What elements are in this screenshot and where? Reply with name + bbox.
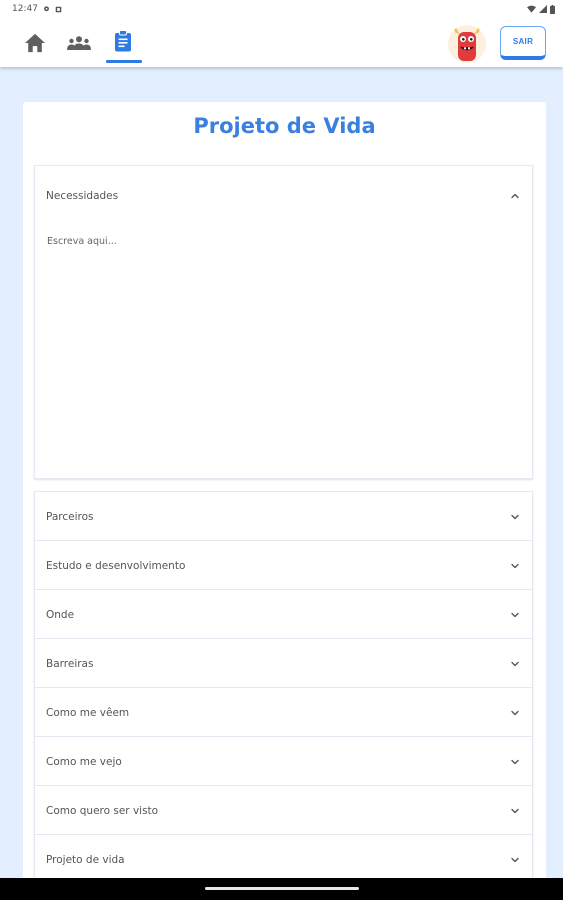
chevron-down-icon bbox=[511, 857, 519, 863]
chevron-down-icon bbox=[511, 661, 519, 667]
chevron-up-icon bbox=[511, 193, 519, 199]
nav-clipboard-button[interactable] bbox=[110, 28, 136, 54]
collapsed-sections: Parceiros Estudo e desenvolvimento Onde … bbox=[34, 491, 533, 885]
active-tab-indicator bbox=[106, 60, 142, 63]
page-title: Projeto de Vida bbox=[193, 114, 376, 138]
home-gesture-pill[interactable] bbox=[205, 887, 359, 890]
expanded-section-title: Necessidades bbox=[46, 190, 119, 202]
chevron-down-icon bbox=[511, 563, 519, 569]
location-icon bbox=[43, 5, 49, 11]
section-como-me-vejo[interactable]: Como me vejo bbox=[35, 737, 532, 786]
expanded-section-header[interactable]: Necessidades bbox=[35, 166, 532, 226]
section-como-quero-ser-visto[interactable]: Como quero ser visto bbox=[35, 786, 532, 835]
section-title: Estudo e desenvolvimento bbox=[46, 560, 186, 572]
necessidades-input[interactable] bbox=[47, 236, 517, 461]
signal-icon bbox=[539, 5, 547, 13]
nav-group-button[interactable] bbox=[66, 30, 92, 56]
main-card: Projeto de Vida Necessidades Parceiros E… bbox=[23, 102, 546, 887]
section-title: Como me vejo bbox=[46, 756, 122, 768]
section-estudo-e-desenvolvimento[interactable]: Estudo e desenvolvimento bbox=[35, 541, 532, 590]
chevron-down-icon bbox=[511, 612, 519, 618]
section-barreiras[interactable]: Barreiras bbox=[35, 639, 532, 688]
notification-icon bbox=[55, 6, 62, 12]
section-title: Como me vêem bbox=[46, 707, 130, 719]
section-title: Parceiros bbox=[46, 511, 94, 523]
chevron-down-icon bbox=[511, 514, 519, 520]
avatar[interactable] bbox=[446, 23, 488, 65]
clipboard-icon bbox=[115, 30, 131, 52]
section-title: Barreiras bbox=[46, 658, 94, 670]
section-projeto-de-vida[interactable]: Projeto de vida bbox=[35, 835, 532, 884]
status-time: 12:47 bbox=[12, 4, 38, 14]
group-icon bbox=[67, 36, 91, 50]
monster-avatar-icon bbox=[448, 25, 486, 63]
battery-icon bbox=[550, 4, 555, 14]
home-icon bbox=[25, 33, 45, 53]
nav-home-button[interactable] bbox=[22, 30, 48, 56]
section-title: Onde bbox=[46, 609, 75, 621]
chevron-down-icon bbox=[511, 710, 519, 716]
wifi-icon bbox=[527, 5, 536, 13]
top-app-bar: SAIR bbox=[0, 18, 563, 67]
section-parceiros[interactable]: Parceiros bbox=[35, 492, 532, 541]
section-title: Projeto de vida bbox=[46, 854, 125, 866]
system-nav-bar bbox=[0, 878, 563, 900]
section-onde[interactable]: Onde bbox=[35, 590, 532, 639]
logout-button[interactable]: SAIR bbox=[500, 26, 546, 60]
chevron-down-icon bbox=[511, 808, 519, 814]
status-bar: 12:47 bbox=[0, 0, 563, 18]
section-como-me-veem[interactable]: Como me vêem bbox=[35, 688, 532, 737]
expanded-section-panel: Necessidades bbox=[34, 165, 533, 479]
section-title: Como quero ser visto bbox=[46, 805, 159, 817]
chevron-down-icon bbox=[511, 759, 519, 765]
